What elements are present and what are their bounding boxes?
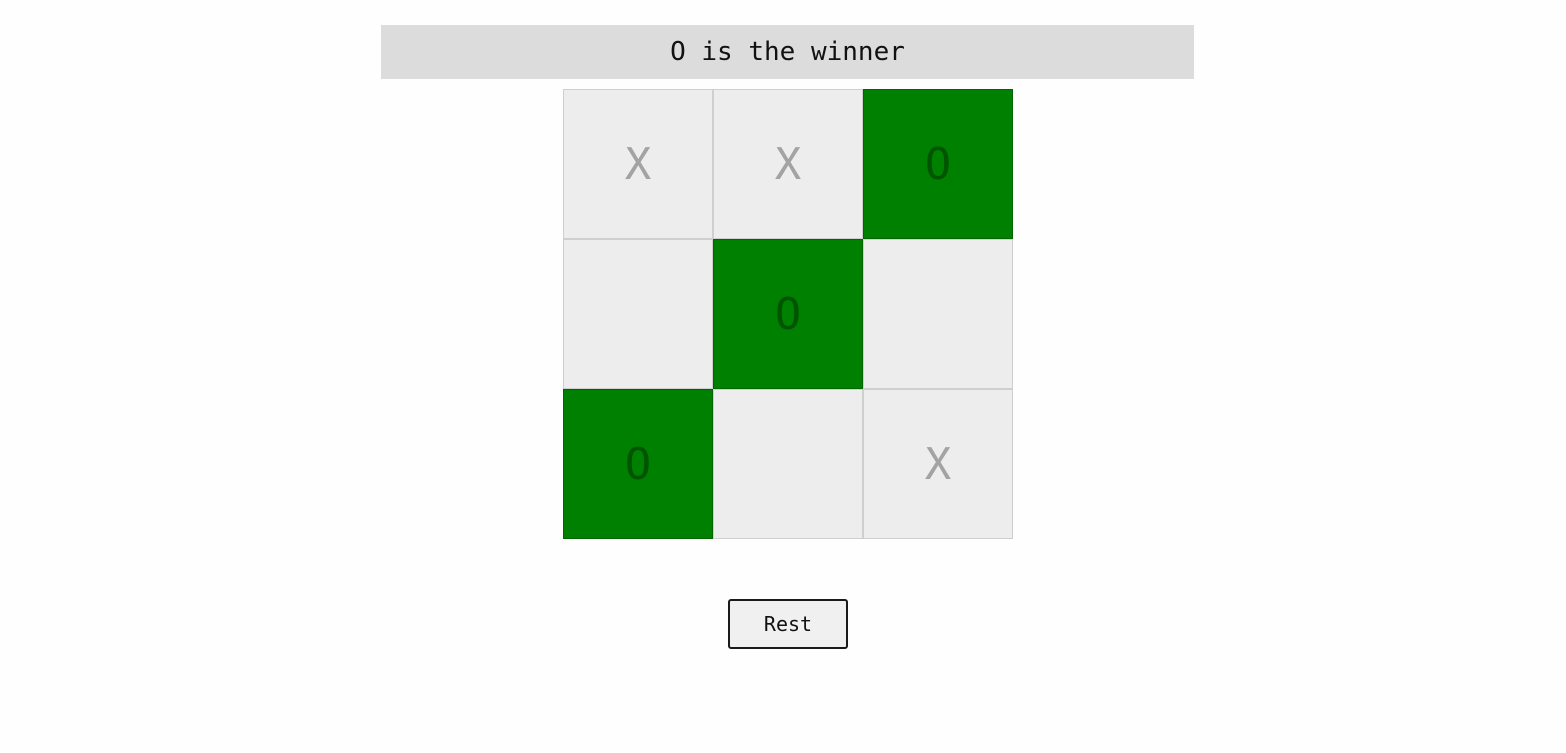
board-cell[interactable]: O [713,239,863,389]
reset-button[interactable]: Rest [728,599,848,649]
board-cell[interactable] [713,389,863,539]
board-cell[interactable]: X [863,389,1013,539]
board-cell[interactable] [863,239,1013,389]
board-cell[interactable]: O [863,89,1013,239]
game-board: X X O O O X [563,89,1013,539]
board-cell[interactable]: X [563,89,713,239]
board-cell[interactable]: X [713,89,863,239]
board-cell[interactable]: O [563,389,713,539]
board-cell[interactable] [563,239,713,389]
game-status: O is the winner [381,25,1194,79]
